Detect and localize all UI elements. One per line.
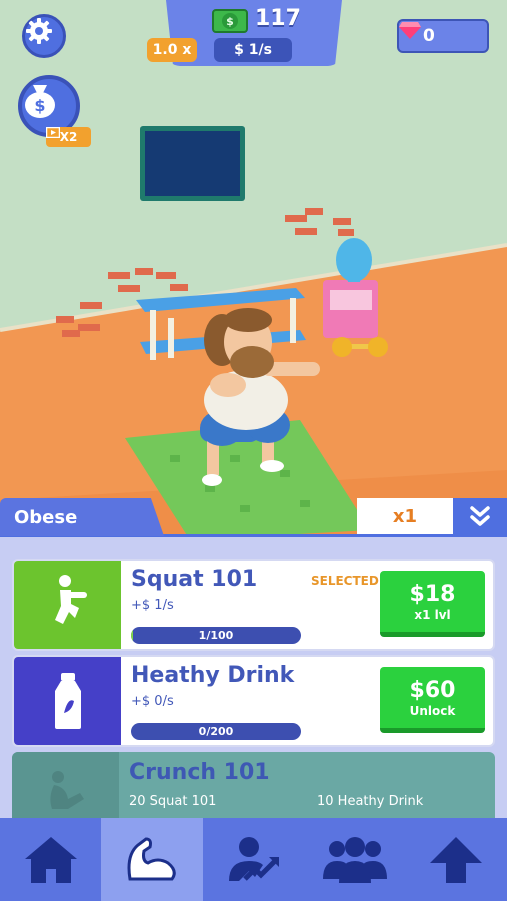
muscle-icon bbox=[127, 836, 176, 880]
gear-icon bbox=[26, 18, 52, 44]
svg-text:$: $ bbox=[34, 96, 45, 115]
progress-text: 0/200 bbox=[198, 725, 234, 738]
bottom-navigation bbox=[0, 818, 507, 901]
ad-bonus-badge[interactable]: X2 bbox=[46, 127, 91, 147]
exercise-title: Squat 101 bbox=[131, 567, 258, 592]
group-icon bbox=[322, 836, 387, 883]
nav-upgrade[interactable] bbox=[406, 818, 507, 901]
buy-multiplier-toggle[interactable]: x1 bbox=[357, 498, 453, 534]
nav-social[interactable] bbox=[304, 818, 405, 901]
upgrade-sublabel: x1 lvl bbox=[414, 607, 451, 622]
gem-icon bbox=[399, 22, 421, 39]
exercise-icon-tile bbox=[14, 561, 121, 649]
cash-icon: $ bbox=[212, 9, 248, 33]
exercise-income: +$ 0/s bbox=[131, 694, 174, 709]
locked-exercise-title: Crunch 101 bbox=[129, 760, 270, 785]
exercise-title: Heathy Drink bbox=[131, 663, 295, 688]
bottle-icon bbox=[54, 673, 81, 729]
exercise-income: +$ 1/s bbox=[131, 598, 174, 613]
crunch-icon bbox=[49, 771, 84, 809]
upgrade-button[interactable]: $18 x1 lvl bbox=[380, 571, 485, 637]
money-counter: 117 bbox=[255, 6, 301, 31]
unlock-sublabel: Unlock bbox=[409, 703, 456, 718]
nav-trainer[interactable] bbox=[203, 818, 304, 901]
unlock-requirement: 10 Heathy Drink bbox=[317, 794, 424, 809]
body-level-tab: Obese bbox=[0, 498, 164, 536]
trainer-icon bbox=[229, 836, 280, 881]
gym-room-illustration bbox=[0, 0, 507, 540]
upgrade-price: $18 bbox=[409, 581, 456, 607]
tv-screen bbox=[140, 126, 245, 201]
nav-workout[interactable] bbox=[101, 818, 203, 901]
income-multiplier-badge: 1.0 x bbox=[147, 38, 197, 62]
upgrade-arrow-icon bbox=[430, 836, 483, 883]
home-icon bbox=[24, 836, 77, 883]
exercise-card-squat[interactable]: Squat 101 +$ 1/s SELECTED 1/100 $18 x1 l… bbox=[12, 559, 495, 651]
selected-status: SELECTED bbox=[311, 574, 379, 588]
gem-count: 0 bbox=[423, 26, 435, 46]
gem-counter[interactable]: 0 bbox=[397, 19, 489, 53]
collapse-panel-button[interactable] bbox=[453, 498, 507, 534]
video-ad-icon bbox=[46, 127, 60, 138]
nav-home[interactable] bbox=[0, 818, 101, 901]
ad-bonus-label: X2 bbox=[59, 130, 78, 144]
unlock-button[interactable]: $60 Unlock bbox=[380, 667, 485, 733]
exercise-card-drink[interactable]: Heathy Drink +$ 0/s 0/200 $60 Unlock bbox=[12, 655, 495, 747]
exercise-progress-bar: 1/100 bbox=[131, 627, 301, 644]
exercise-progress-bar: 0/200 bbox=[131, 723, 301, 740]
squat-icon bbox=[54, 575, 87, 624]
exercise-icon-tile bbox=[14, 657, 121, 745]
progress-text: 1/100 bbox=[198, 629, 234, 642]
double-chevron-down-icon bbox=[470, 506, 490, 526]
game-scene: $ 117 1.0 x $ 1/s 0 $ X2 bbox=[0, 0, 507, 540]
income-rate-badge: $ 1/s bbox=[214, 38, 292, 62]
settings-button[interactable] bbox=[22, 14, 66, 58]
unlock-price: $60 bbox=[409, 677, 456, 703]
unlock-requirement: 20 Squat 101 bbox=[129, 794, 217, 809]
money-bag-icon: $ bbox=[25, 85, 55, 118]
